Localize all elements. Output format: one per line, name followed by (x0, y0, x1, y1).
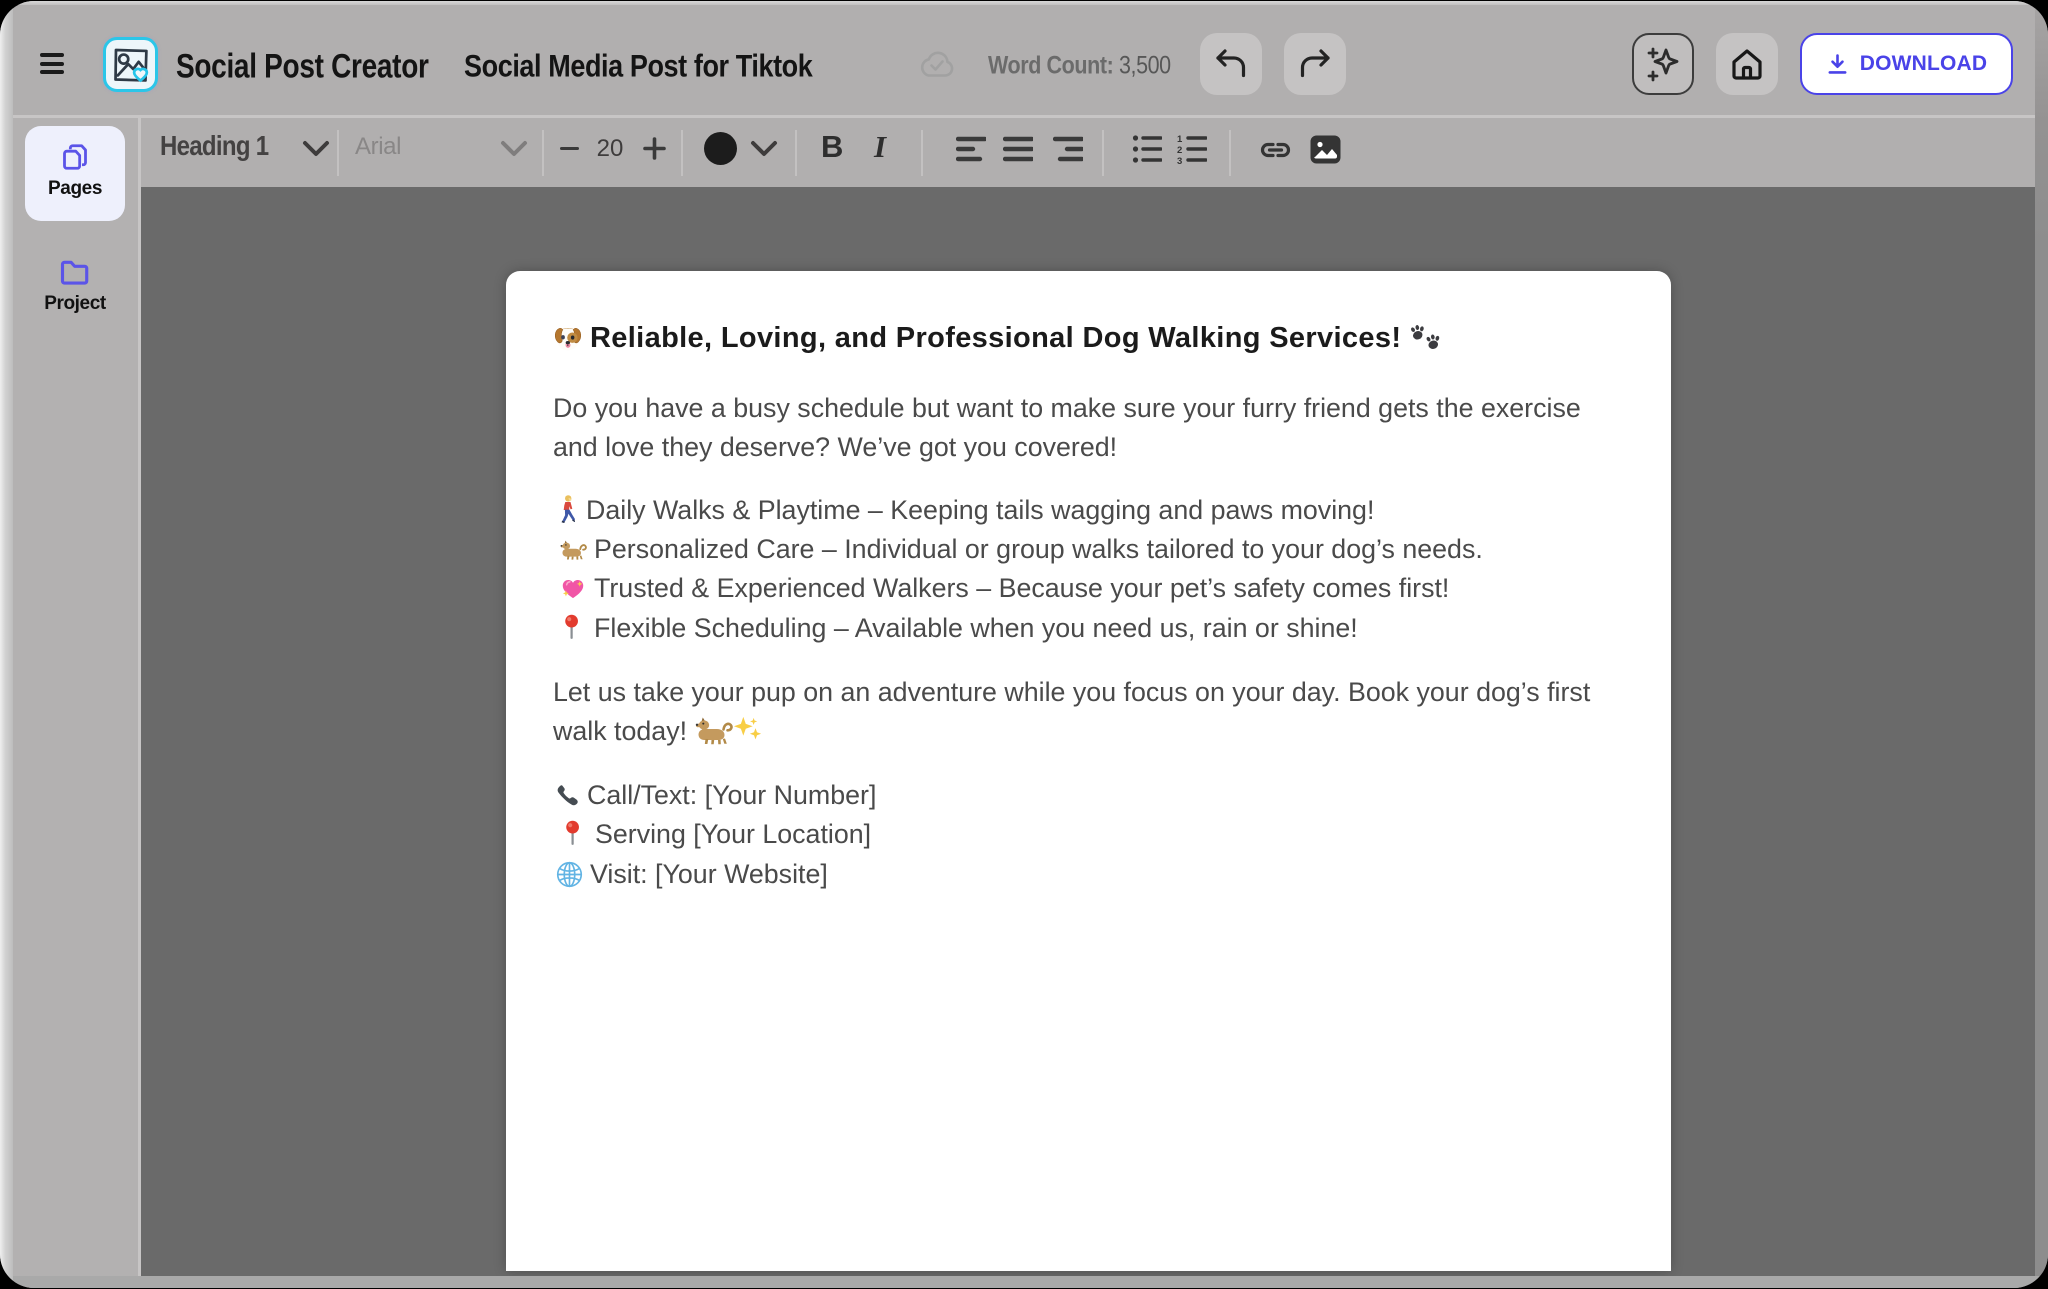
svg-text:1: 1 (1177, 134, 1183, 145)
svg-text:3: 3 (1177, 156, 1182, 165)
svg-text:2: 2 (1177, 145, 1182, 156)
